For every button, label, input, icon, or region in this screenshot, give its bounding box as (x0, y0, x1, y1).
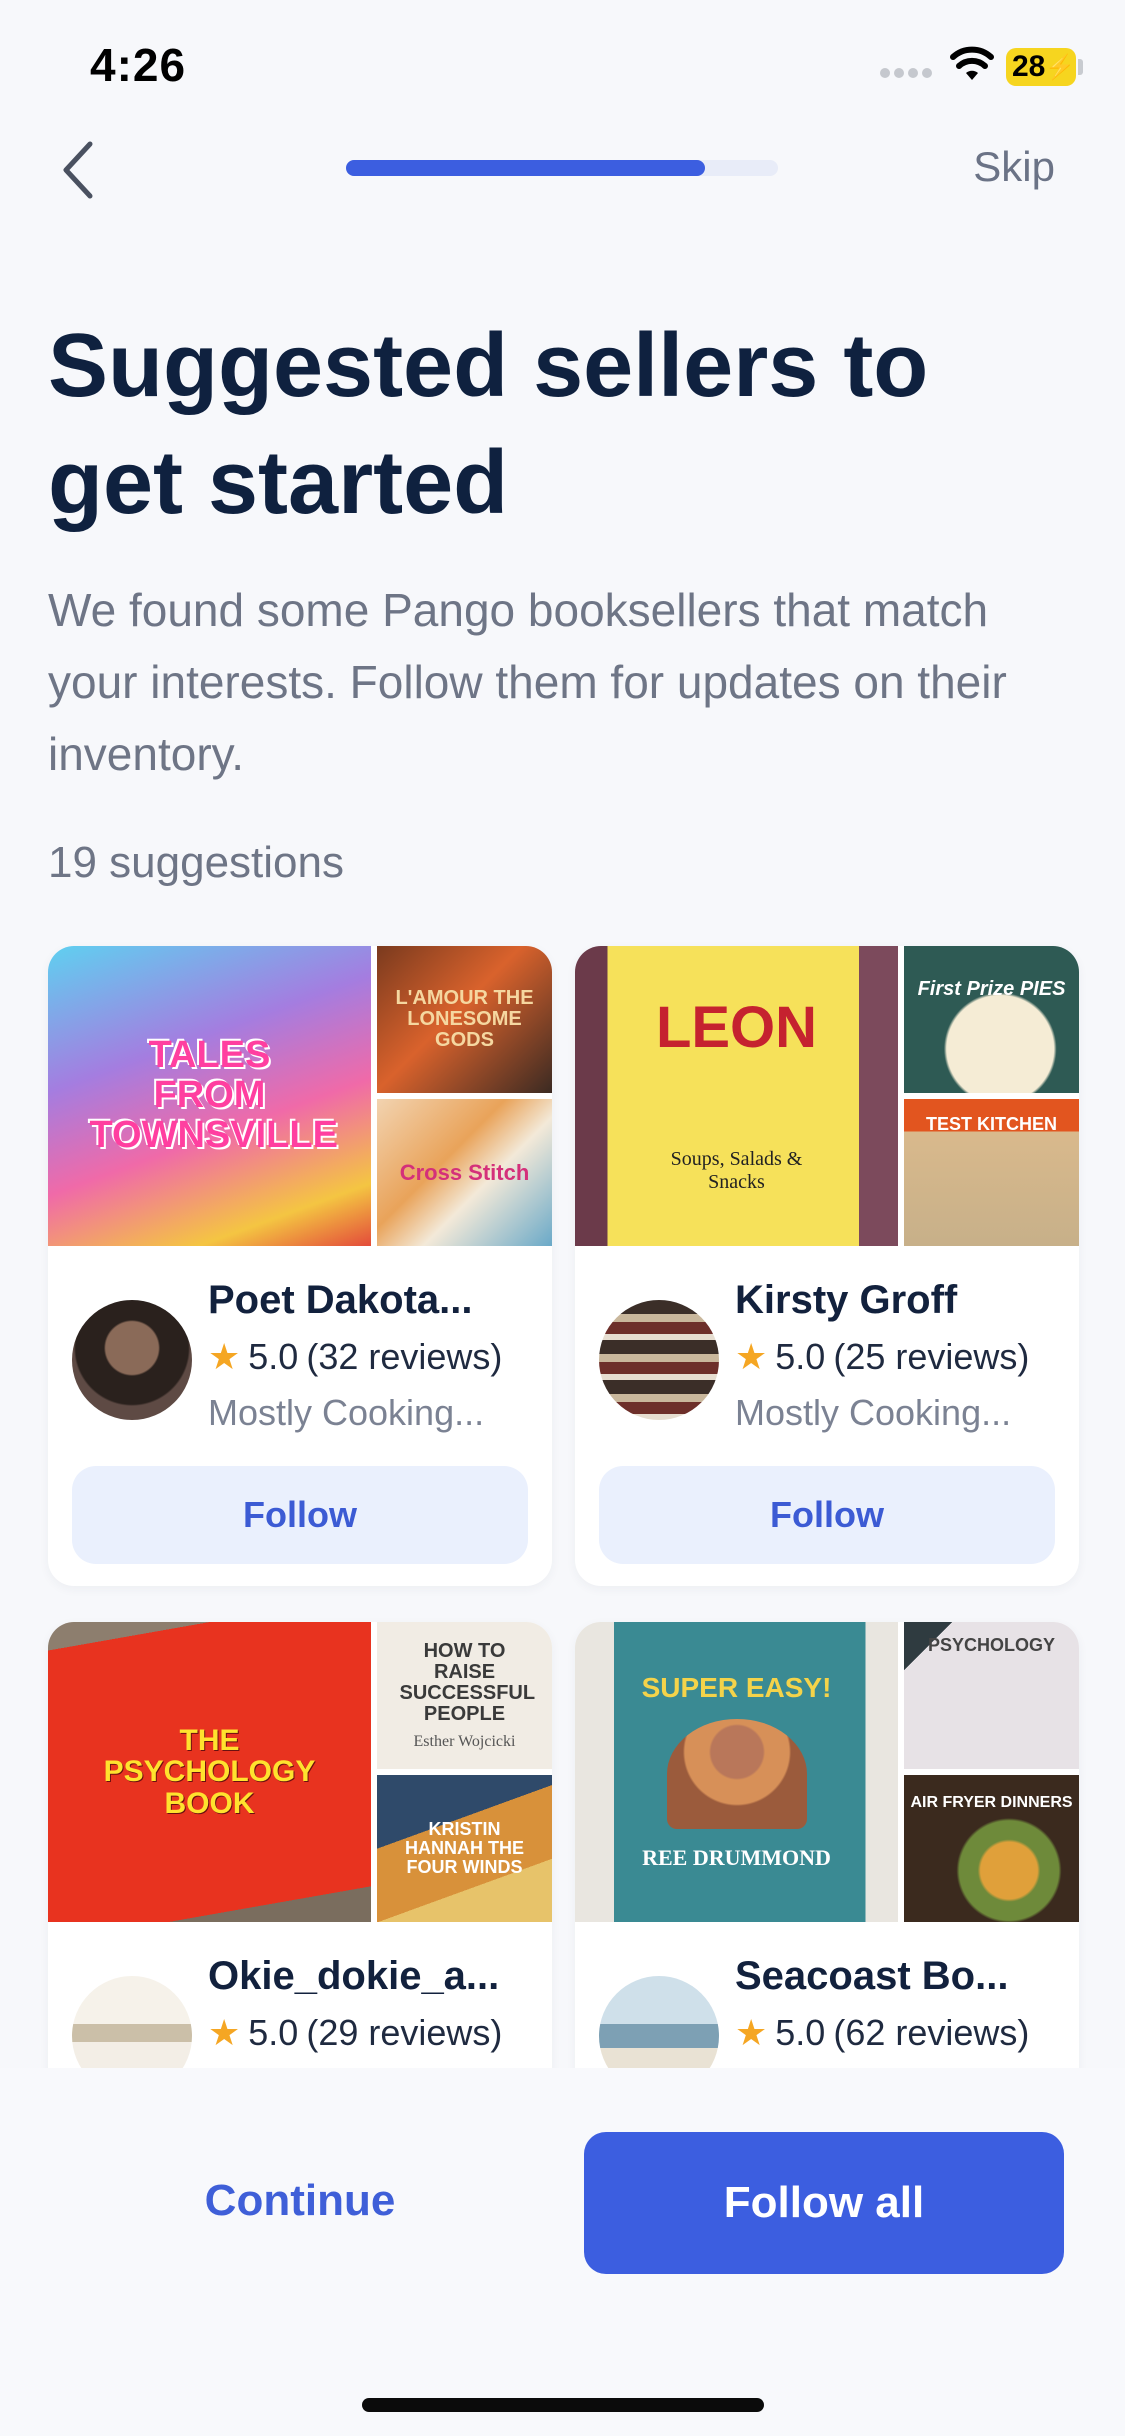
battery-level: 28 (1012, 50, 1046, 83)
skip-button[interactable]: Skip (973, 143, 1055, 191)
seller-rating: ★ 5.0 (29 reviews) (208, 2012, 502, 2054)
book-cover-image: Cross Stitch (377, 1099, 552, 1246)
seller-name: Kirsty Groff (735, 1278, 958, 1322)
rating-value: 5.0 (775, 1336, 826, 1377)
onboarding-progress-bar (346, 160, 778, 176)
star-icon: ★ (735, 2012, 768, 2053)
seller-book-images: LEON Soups, Salads & Snacks First Prize … (575, 946, 1079, 1246)
follow-button[interactable]: Follow (72, 1466, 528, 1564)
avatar (599, 1300, 719, 1420)
page-title: Suggested sellers to get started (48, 316, 929, 533)
seller-rating: ★ 5.0 (62 reviews) (735, 2012, 1029, 2054)
book-cover-image: PSYCHOLOGY (904, 1622, 1079, 1769)
seller-name: Poet Dakota... (208, 1278, 473, 1322)
book-cover-image: TEST KITCHEN (904, 1099, 1079, 1246)
seller-rating: ★ 5.0 (25 reviews) (735, 1336, 1029, 1378)
cellular-signal-icon (880, 68, 935, 82)
seller-rating: ★ 5.0 (32 reviews) (208, 1336, 502, 1378)
seller-name: Seacoast Bo... (735, 1954, 1009, 1998)
book-cover-image: AIR FRYER DINNERS (904, 1775, 1079, 1922)
book-cover-text: THE PSYCHOLOGY BOOK (103, 1723, 316, 1820)
seller-name: Okie_dokie_a... (208, 1954, 500, 1998)
rating-value: 5.0 (248, 2012, 299, 2053)
wifi-icon (950, 46, 994, 80)
book-cover-text: KRISTIN HANNAH THE FOUR WINDS (405, 1819, 524, 1877)
seller-genre: Mostly Cooking... (208, 1392, 485, 1433)
rating-value: 5.0 (775, 2012, 826, 2053)
review-count: (25 reviews) (833, 1336, 1030, 1377)
book-cover-image: TALES FROM TOWNSVILLE (48, 946, 371, 1246)
avatar (72, 1300, 192, 1420)
book-cover-image: HOW TO RAISE SUCCESSFUL PEOPLE Esther Wo… (377, 1622, 552, 1769)
book-cover-image: THE PSYCHOLOGY BOOK (48, 1622, 371, 1922)
seller-book-images: SUPER EASY! REE DRUMMOND PSYCHOLOGY AIR … (575, 1622, 1079, 1922)
suggestion-count: 19 suggestions (48, 838, 344, 887)
seller-genre: Mostly Cooking... (735, 1392, 1012, 1433)
battery-icon: 28 ⚡ (1006, 48, 1076, 86)
book-cover-image: KRISTIN HANNAH THE FOUR WINDS (377, 1775, 552, 1922)
progress-fill (346, 160, 705, 176)
follow-button[interactable]: Follow (599, 1466, 1055, 1564)
book-cover-text: TALES FROM TOWNSVILLE (89, 1034, 338, 1156)
book-cover-subtext: Soups, Salads & Snacks (670, 1148, 803, 1194)
status-time: 4:26 (90, 39, 187, 91)
star-icon: ★ (208, 1336, 241, 1377)
book-cover-subtext: REE DRUMMOND (642, 1844, 831, 1870)
book-cover-text: TEST KITCHEN (925, 1114, 1057, 1135)
follow-all-button[interactable]: Follow all (584, 2132, 1064, 2274)
book-cover-text: HOW TO RAISE SUCCESSFUL PEOPLE (399, 1639, 536, 1725)
back-arrow-icon[interactable] (58, 140, 108, 200)
book-cover-image: LEON Soups, Salads & Snacks (575, 946, 898, 1246)
book-cover-image: SUPER EASY! REE DRUMMOND (575, 1622, 898, 1922)
star-icon: ★ (208, 2012, 241, 2053)
cover-photo (666, 1718, 807, 1829)
book-cover-text: LEON (655, 994, 818, 1060)
status-bar: 4:26 28 ⚡ (0, 0, 1125, 130)
star-icon: ★ (735, 1336, 768, 1377)
review-count: (29 reviews) (306, 2012, 503, 2053)
seller-card[interactable]: TALES FROM TOWNSVILLE L'AMOUR THE LONESO… (48, 946, 552, 1586)
book-cover-text: L'AMOUR THE LONESOME GODS (395, 987, 534, 1051)
book-cover-text: SUPER EASY! (641, 1672, 832, 1704)
rating-value: 5.0 (248, 1336, 299, 1377)
book-cover-subtext: Esther Wojcicki (413, 1732, 516, 1750)
book-cover-image: L'AMOUR THE LONESOME GODS (377, 946, 552, 1093)
book-cover-text: Cross Stitch (399, 1159, 530, 1185)
book-cover-text: First Prize PIES (917, 978, 1066, 1000)
review-count: (62 reviews) (833, 2012, 1030, 2053)
review-count: (32 reviews) (306, 1336, 503, 1377)
seller-book-images: THE PSYCHOLOGY BOOK HOW TO RAISE SUCCESS… (48, 1622, 552, 1922)
seller-book-images: TALES FROM TOWNSVILLE L'AMOUR THE LONESO… (48, 946, 552, 1246)
page-subtitle: We found some Pango booksellers that mat… (48, 584, 1007, 780)
seller-card[interactable]: LEON Soups, Salads & Snacks First Prize … (575, 946, 1079, 1586)
continue-button[interactable]: Continue (150, 2130, 450, 2272)
book-cover-text: AIR FRYER DINNERS (910, 1794, 1073, 1812)
battery-nub (1078, 59, 1083, 75)
book-cover-text: PSYCHOLOGY (927, 1635, 1056, 1656)
home-indicator[interactable] (362, 2398, 764, 2412)
book-cover-image: First Prize PIES (904, 946, 1079, 1093)
